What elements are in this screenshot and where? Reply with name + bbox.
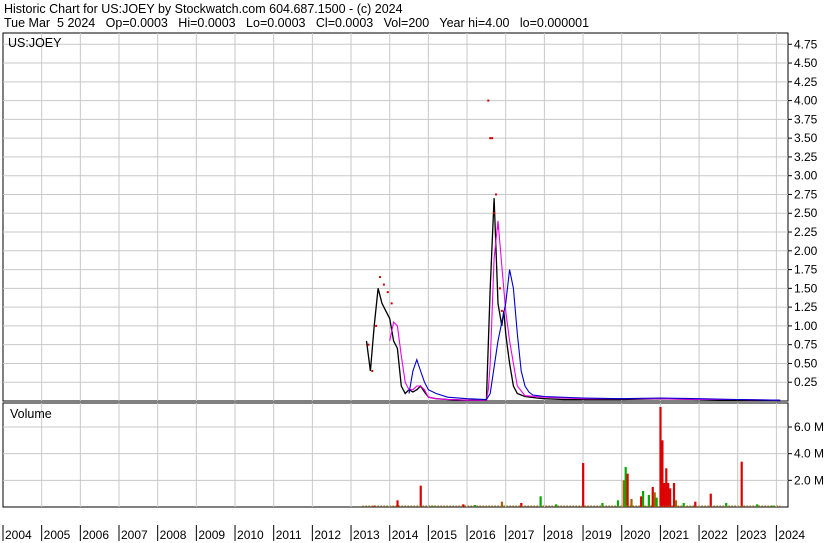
volume-y-tick-label: 2.0 M: [794, 473, 824, 487]
volume-bar: [669, 488, 672, 507]
price-point: [489, 137, 492, 140]
volume-bar: [626, 473, 629, 507]
volume-bar: [647, 495, 650, 507]
volume-bar: [740, 461, 743, 507]
x-tick-label: 2019: [585, 528, 612, 542]
x-tick-label: 2005: [44, 528, 71, 542]
volume-bar: [665, 468, 668, 507]
volume-bar: [419, 485, 422, 507]
volume-y-axis: 2.0 M 4.0 M 6.0 M: [788, 420, 824, 487]
price-point: [371, 369, 374, 372]
x-tick-label: 2011: [276, 528, 302, 542]
price-y-tick-label: 0.75: [794, 338, 818, 352]
x-tick-label: 2008: [160, 528, 187, 542]
price-point: [390, 302, 393, 305]
x-tick-label: 2009: [198, 528, 225, 542]
price-y-tick-label: 1.00: [794, 319, 818, 333]
x-tick-label: 2014: [392, 528, 419, 542]
volume-bar: [659, 407, 662, 507]
volume-bar: [667, 483, 670, 507]
volume-bar: [582, 463, 585, 507]
price-y-tick-label: 3.25: [794, 150, 818, 164]
price-y-tick-label: 1.75: [794, 263, 818, 277]
x-tick-label: 2015: [430, 528, 457, 542]
x-tick-label: 2017: [508, 528, 535, 542]
x-tick-label: 2020: [624, 528, 651, 542]
volume-bar: [653, 492, 656, 507]
x-tick-label: 2022: [701, 528, 728, 542]
price-point: [379, 276, 382, 279]
volume-bar: [622, 480, 625, 507]
volume-bar: [651, 487, 654, 507]
x-tick-label: 2024: [778, 528, 805, 542]
price-point: [500, 309, 503, 312]
volume-bar: [672, 483, 676, 507]
price-y-tick-label: 1.50: [794, 281, 818, 295]
volume-bar: [771, 505, 774, 507]
price-y-tick-label: 1.25: [794, 300, 818, 314]
x-tick-label: 2007: [121, 528, 148, 542]
price-y-tick-label: 4.75: [794, 37, 818, 51]
price-point: [487, 99, 490, 102]
x-tick-label: 2006: [82, 528, 109, 542]
price-point: [493, 212, 496, 215]
volume-bar: [624, 467, 627, 507]
volume-y-tick-label: 6.0 M: [794, 420, 824, 434]
price-point: [382, 283, 385, 286]
price-point: [491, 137, 494, 140]
price-y-tick-label: 3.50: [794, 131, 818, 145]
volume-bar: [630, 499, 633, 507]
x-tick-label: 2013: [353, 528, 380, 542]
x-tick-label: 2021: [662, 528, 689, 542]
x-tick-label: 2018: [546, 528, 573, 542]
volume-bar: [396, 500, 399, 507]
price-y-tick-label: 2.25: [794, 225, 818, 239]
price-point: [386, 291, 389, 294]
price-point: [498, 287, 501, 290]
price-y-tick-label: 3.75: [794, 112, 818, 126]
price-y-tick-label: 0.25: [794, 375, 818, 389]
price-point: [495, 193, 498, 196]
volume-panel-title: Volume: [10, 407, 52, 421]
price-panel-title: US:JOEY: [8, 36, 62, 50]
x-tick-label: 2023: [740, 528, 767, 542]
volume-bar: [663, 483, 666, 507]
price-y-tick-label: 3.00: [794, 169, 818, 183]
price-y-tick-label: 2.00: [794, 244, 818, 258]
volume-bar: [661, 440, 664, 507]
volume-bar: [641, 491, 645, 507]
volume-y-tick-label: 4.0 M: [794, 447, 824, 461]
x-tick-label: 2012: [314, 528, 341, 542]
price-y-tick-label: 4.00: [794, 94, 818, 108]
x-tick-label: 2016: [469, 528, 496, 542]
x-axis: 2004 2005 2006 2007 2008 2009 2010 2011 2012 2013…: [2, 525, 805, 542]
price-y-tick-label: 4.25: [794, 75, 818, 89]
historic-chart: 0.25 0.50 0.75 1.00 1.25 1.50 1.75 2.00 2.25 2.50…: [0, 32, 824, 542]
price-y-tick-label: 0.50: [794, 356, 818, 370]
x-tick-label: 2010: [237, 528, 264, 542]
price-y-tick-label: 2.50: [794, 206, 818, 220]
price-y-tick-label: 2.75: [794, 187, 818, 201]
price-y-tick-label: 4.50: [794, 56, 818, 70]
price-point: [375, 324, 378, 327]
x-tick-label: 2004: [5, 528, 32, 542]
price-y-axis: 0.25 0.50 0.75 1.00 1.25 1.50 1.75 2.00 2.25 2.50…: [788, 37, 818, 389]
volume-bar: [709, 493, 712, 507]
price-point: [367, 343, 370, 346]
